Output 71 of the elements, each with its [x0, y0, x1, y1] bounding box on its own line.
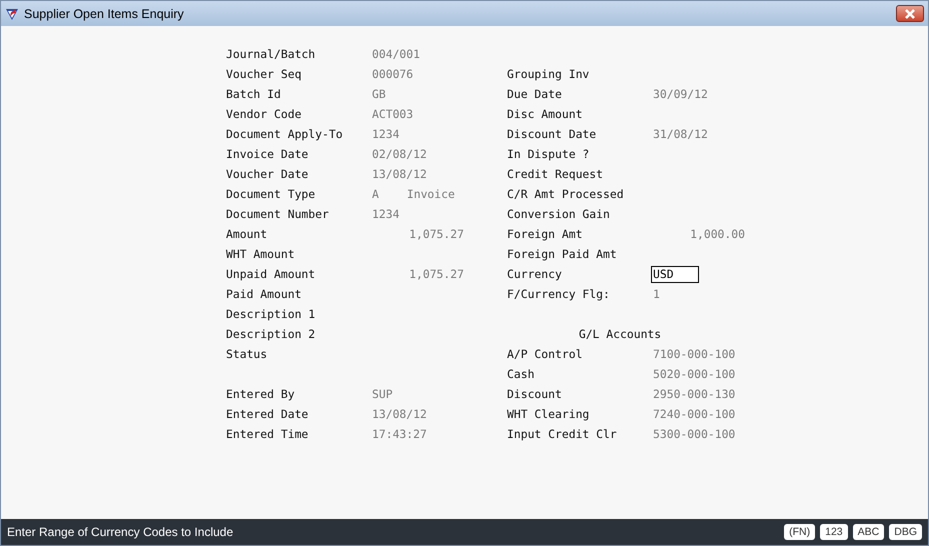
field-value: 1 — [653, 287, 660, 301]
field-value: A — [372, 187, 379, 201]
field-label: Paid Amount — [226, 287, 302, 301]
field-label: Conversion Gain — [507, 207, 611, 221]
field-label: Journal/Batch — [226, 47, 316, 61]
field-label: Document Type — [226, 187, 316, 201]
field-label: Discount Date — [507, 127, 598, 141]
field-value: 31/08/12 — [653, 127, 708, 141]
field-label: Description 2 — [226, 327, 316, 341]
field-label: In Dispute ? — [507, 147, 590, 161]
field-label: Entered Time — [226, 427, 310, 441]
field-label: Disc Amount — [507, 107, 584, 121]
field-value: 13/08/12 — [372, 167, 427, 181]
field-label: Grouping Inv — [507, 67, 590, 81]
field-value: 7240-000-100 — [653, 407, 736, 421]
section-heading: G/L Accounts — [578, 327, 662, 341]
field-value: 30/09/12 — [653, 87, 708, 101]
mode-indicator: 123 — [820, 524, 848, 540]
field-label: Currency — [507, 267, 563, 281]
field-label: Cash — [507, 367, 536, 381]
status-message: Enter Range of Currency Codes to Include — [7, 525, 234, 539]
field-label: Batch Id — [226, 87, 282, 101]
field-value: 1234 — [372, 127, 400, 141]
field-label: Invoice Date — [226, 147, 310, 161]
field-label: Description 1 — [226, 307, 316, 321]
field-value: 1234 — [372, 207, 400, 221]
field-label: Voucher Date — [226, 167, 310, 181]
field-label: C/R Amt Processed — [507, 187, 625, 201]
field-value: 004/001 — [372, 47, 420, 61]
field-label: F/Currency Flg: — [507, 287, 611, 301]
field-value: 7100-000-100 — [653, 347, 736, 361]
mode-indicator: DBG — [889, 524, 922, 540]
field-label: WHT Clearing — [507, 407, 590, 421]
field-label: Status — [226, 347, 268, 361]
field-label: Entered By — [226, 387, 296, 401]
field-description: Invoice — [406, 187, 455, 201]
field-label: Foreign Amt — [507, 227, 584, 241]
field-value: 1,075.27 — [408, 227, 464, 241]
close-button[interactable] — [896, 5, 924, 22]
field-label: Unpaid Amount — [226, 267, 316, 281]
app-logo-icon — [5, 6, 19, 20]
field-label: A/P Control — [507, 347, 584, 361]
field-value: 000076 — [372, 67, 414, 81]
field-value: 13/08/12 — [372, 407, 427, 421]
field-value: 5020-000-100 — [653, 367, 736, 381]
window-title: Supplier Open Items Enquiry — [24, 6, 185, 20]
field-label: Due Date — [507, 87, 563, 101]
field-value: 1,000.00 — [689, 227, 745, 241]
field-value: GB — [372, 87, 386, 101]
field-label: Amount — [226, 227, 268, 241]
field-value: ACT003 — [372, 107, 414, 121]
field-label: Input Credit Clr — [507, 427, 618, 441]
field-label: Voucher Seq — [226, 67, 302, 81]
close-icon — [903, 8, 917, 18]
field-label: Credit Request — [507, 167, 604, 181]
field-label: Document Number — [226, 207, 330, 221]
field-label: Vendor Code — [226, 107, 302, 121]
mode-indicator: ABC — [852, 524, 884, 540]
field-value: SUP — [372, 387, 393, 401]
field-label: Document Apply-To — [226, 127, 344, 141]
currency-input[interactable]: USD — [651, 266, 699, 282]
field-label: Entered Date — [226, 407, 310, 421]
field-label: Foreign Paid Amt — [507, 247, 618, 261]
field-value: 1,075.27 — [408, 267, 464, 281]
field-value: 2950-000-130 — [653, 387, 736, 401]
field-value: 5300-000-100 — [653, 427, 736, 441]
field-value: 17:43:27 — [372, 427, 427, 441]
field-label: Discount — [507, 387, 563, 401]
mode-indicator: (FN) — [784, 524, 816, 540]
field-label: WHT Amount — [226, 247, 296, 261]
field-value: 02/08/12 — [372, 147, 427, 161]
